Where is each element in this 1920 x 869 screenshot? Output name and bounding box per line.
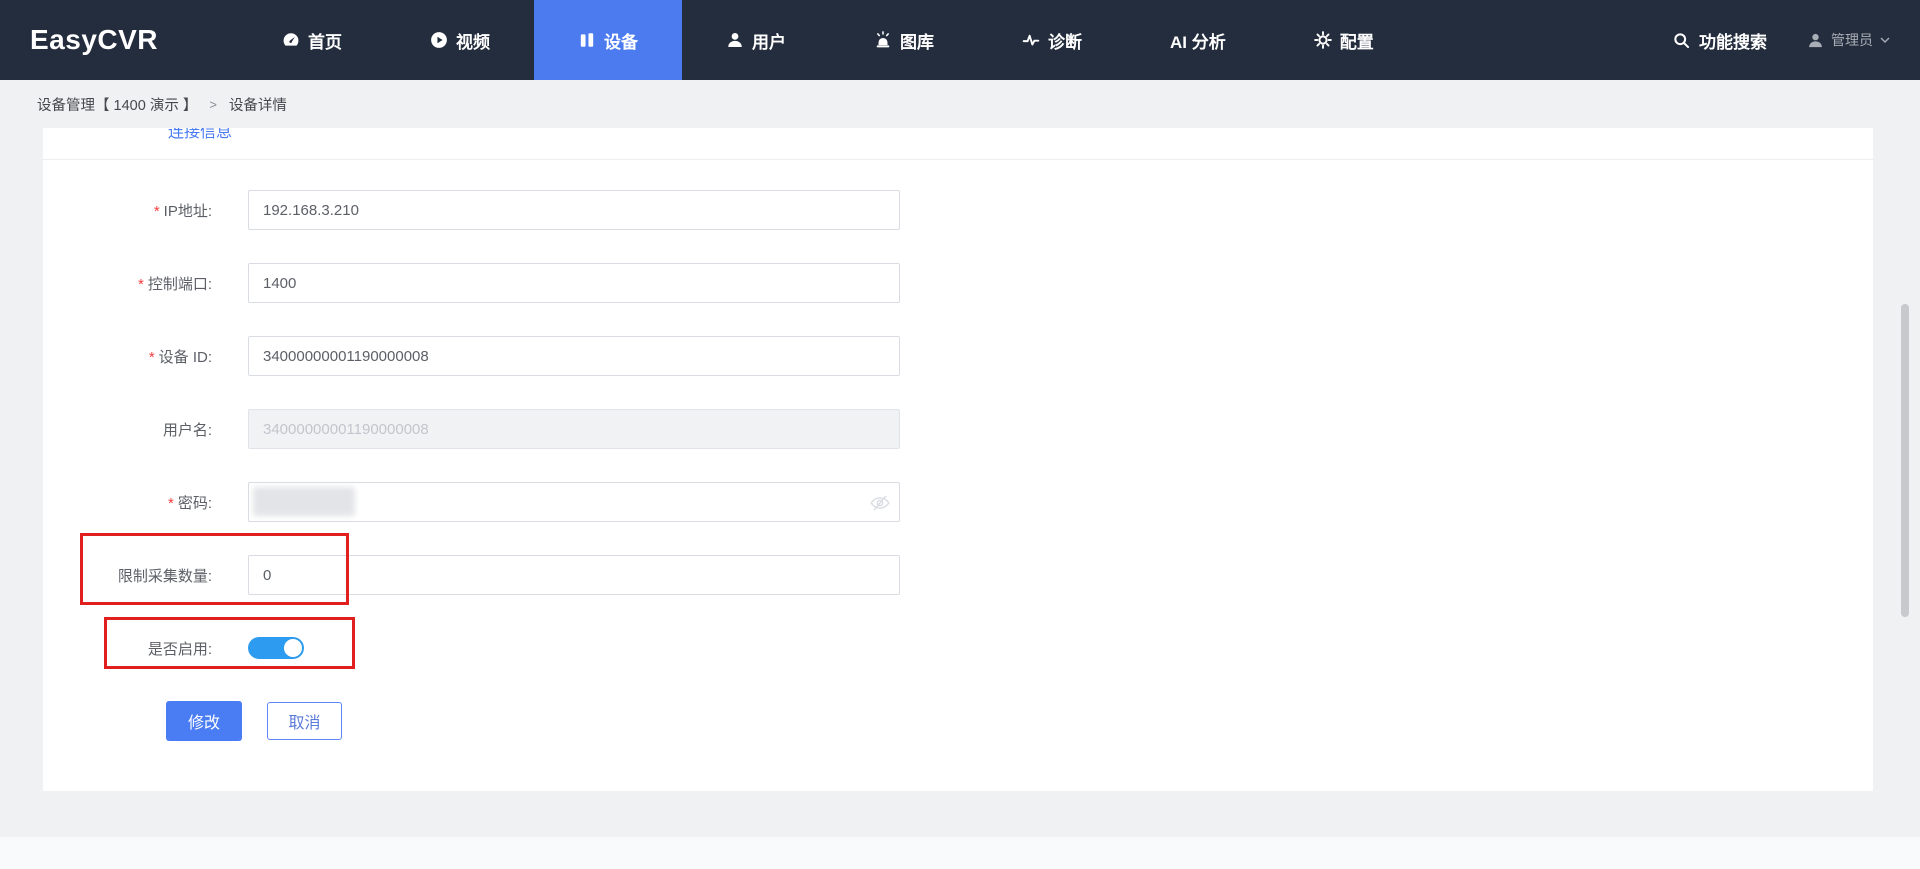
required-asterisk: * — [149, 349, 155, 366]
nav-label: 视频 — [456, 28, 490, 53]
required-asterisk: * — [168, 495, 174, 512]
top-navbar: EasyCVR 首页 视频 设备 用户 — [0, 0, 1920, 80]
port-input[interactable] — [248, 263, 900, 303]
field-row-enabled: 是否启用: — [43, 628, 1873, 668]
ip-input[interactable] — [248, 190, 900, 230]
nav-label: 首页 — [308, 28, 342, 53]
ip-label: *IP地址: — [43, 200, 212, 221]
password-label: *密码: — [43, 492, 212, 513]
chevron-down-icon — [1880, 36, 1890, 44]
modify-button[interactable]: 修改 — [166, 701, 242, 741]
search-icon — [1673, 32, 1690, 49]
required-asterisk: * — [138, 276, 144, 293]
nav-item-config[interactable]: 配置 — [1270, 0, 1418, 80]
main-nav: 首页 视频 设备 用户 图库 — [238, 0, 1418, 80]
breadcrumb-current: 设备详情 — [229, 94, 287, 115]
device-id-label-text: 设备 ID: — [159, 349, 212, 366]
password-label-text: 密码: — [178, 495, 212, 512]
form-actions: 修改 取消 — [166, 701, 1873, 741]
eye-off-icon[interactable] — [868, 491, 892, 515]
enabled-label: 是否启用: — [43, 638, 212, 659]
admin-menu[interactable]: 管理员 — [1807, 30, 1890, 50]
nav-item-device[interactable]: 设备 — [534, 0, 682, 80]
port-label-text: 控制端口: — [148, 276, 212, 293]
device-id-input[interactable] — [248, 336, 900, 376]
field-row-username: 用户名: — [43, 409, 1873, 449]
diagnosis-icon — [1022, 31, 1040, 49]
enabled-label-text: 是否启用: — [148, 641, 212, 658]
nav-label: 设备 — [604, 28, 638, 53]
breadcrumb: 设备管理【 1400 演示 】 > 设备详情 — [0, 80, 1920, 128]
device-id-label: *设备 ID: — [43, 346, 212, 367]
toggle-knob — [284, 639, 302, 657]
enable-toggle[interactable] — [248, 637, 304, 659]
navbar-right: 功能搜索 管理员 — [1673, 28, 1890, 53]
nav-item-gallery[interactable]: 图库 — [830, 0, 978, 80]
field-row-limit: 限制采集数量: — [43, 555, 1873, 595]
person-icon — [1807, 32, 1824, 49]
device-icon — [578, 31, 596, 49]
video-icon — [430, 31, 448, 49]
limit-label-text: 限制采集数量: — [118, 568, 212, 585]
vertical-scrollbar-thumb[interactable] — [1901, 304, 1909, 617]
nav-item-ai[interactable]: AI 分析 — [1126, 0, 1270, 80]
field-row-device-id: *设备 ID: — [43, 336, 1873, 376]
nav-item-video[interactable]: 视频 — [386, 0, 534, 80]
username-label: 用户名: — [43, 419, 212, 440]
limit-label: 限制采集数量: — [43, 565, 212, 586]
gear-icon — [1314, 31, 1332, 49]
device-detail-panel: 连接信息 *IP地址: *控制端口: *设备 ID: 用户名: — [43, 128, 1873, 791]
cancel-button[interactable]: 取消 — [267, 702, 342, 740]
password-input[interactable] — [248, 482, 900, 522]
ip-label-text: IP地址: — [164, 203, 212, 220]
username-input — [248, 409, 900, 449]
limit-input[interactable] — [248, 555, 900, 595]
dashboard-icon — [282, 31, 300, 49]
required-asterisk: * — [154, 203, 160, 220]
feature-search[interactable]: 功能搜索 — [1673, 28, 1767, 53]
port-label: *控制端口: — [43, 273, 212, 294]
field-row-ip: *IP地址: — [43, 190, 1873, 230]
field-row-port: *控制端口: — [43, 263, 1873, 303]
tab-connection-info[interactable]: 连接信息 — [168, 128, 232, 144]
breadcrumb-parent[interactable]: 设备管理【 1400 演示 】 — [37, 94, 197, 115]
username-label-text: 用户名: — [163, 422, 212, 439]
user-icon — [726, 31, 744, 49]
panel-tab-header: 连接信息 — [43, 128, 1873, 160]
device-form: *IP地址: *控制端口: *设备 ID: 用户名: *密码: — [43, 160, 1873, 741]
nav-item-home[interactable]: 首页 — [238, 0, 386, 80]
admin-label: 管理员 — [1831, 30, 1873, 50]
nav-item-diagnosis[interactable]: 诊断 — [978, 0, 1126, 80]
nav-label: AI 分析 — [1170, 28, 1226, 53]
nav-label: 诊断 — [1048, 28, 1082, 53]
password-field-wrap — [248, 482, 900, 522]
nav-label: 用户 — [752, 28, 786, 53]
gallery-icon — [874, 31, 892, 49]
app-logo: EasyCVR — [30, 24, 158, 56]
nav-label: 图库 — [900, 28, 934, 53]
search-label: 功能搜索 — [1699, 28, 1767, 53]
field-row-password: *密码: — [43, 482, 1873, 522]
nav-item-user[interactable]: 用户 — [682, 0, 830, 80]
nav-label: 配置 — [1340, 28, 1374, 53]
footer-strip — [0, 837, 1920, 869]
breadcrumb-separator: > — [209, 97, 217, 112]
